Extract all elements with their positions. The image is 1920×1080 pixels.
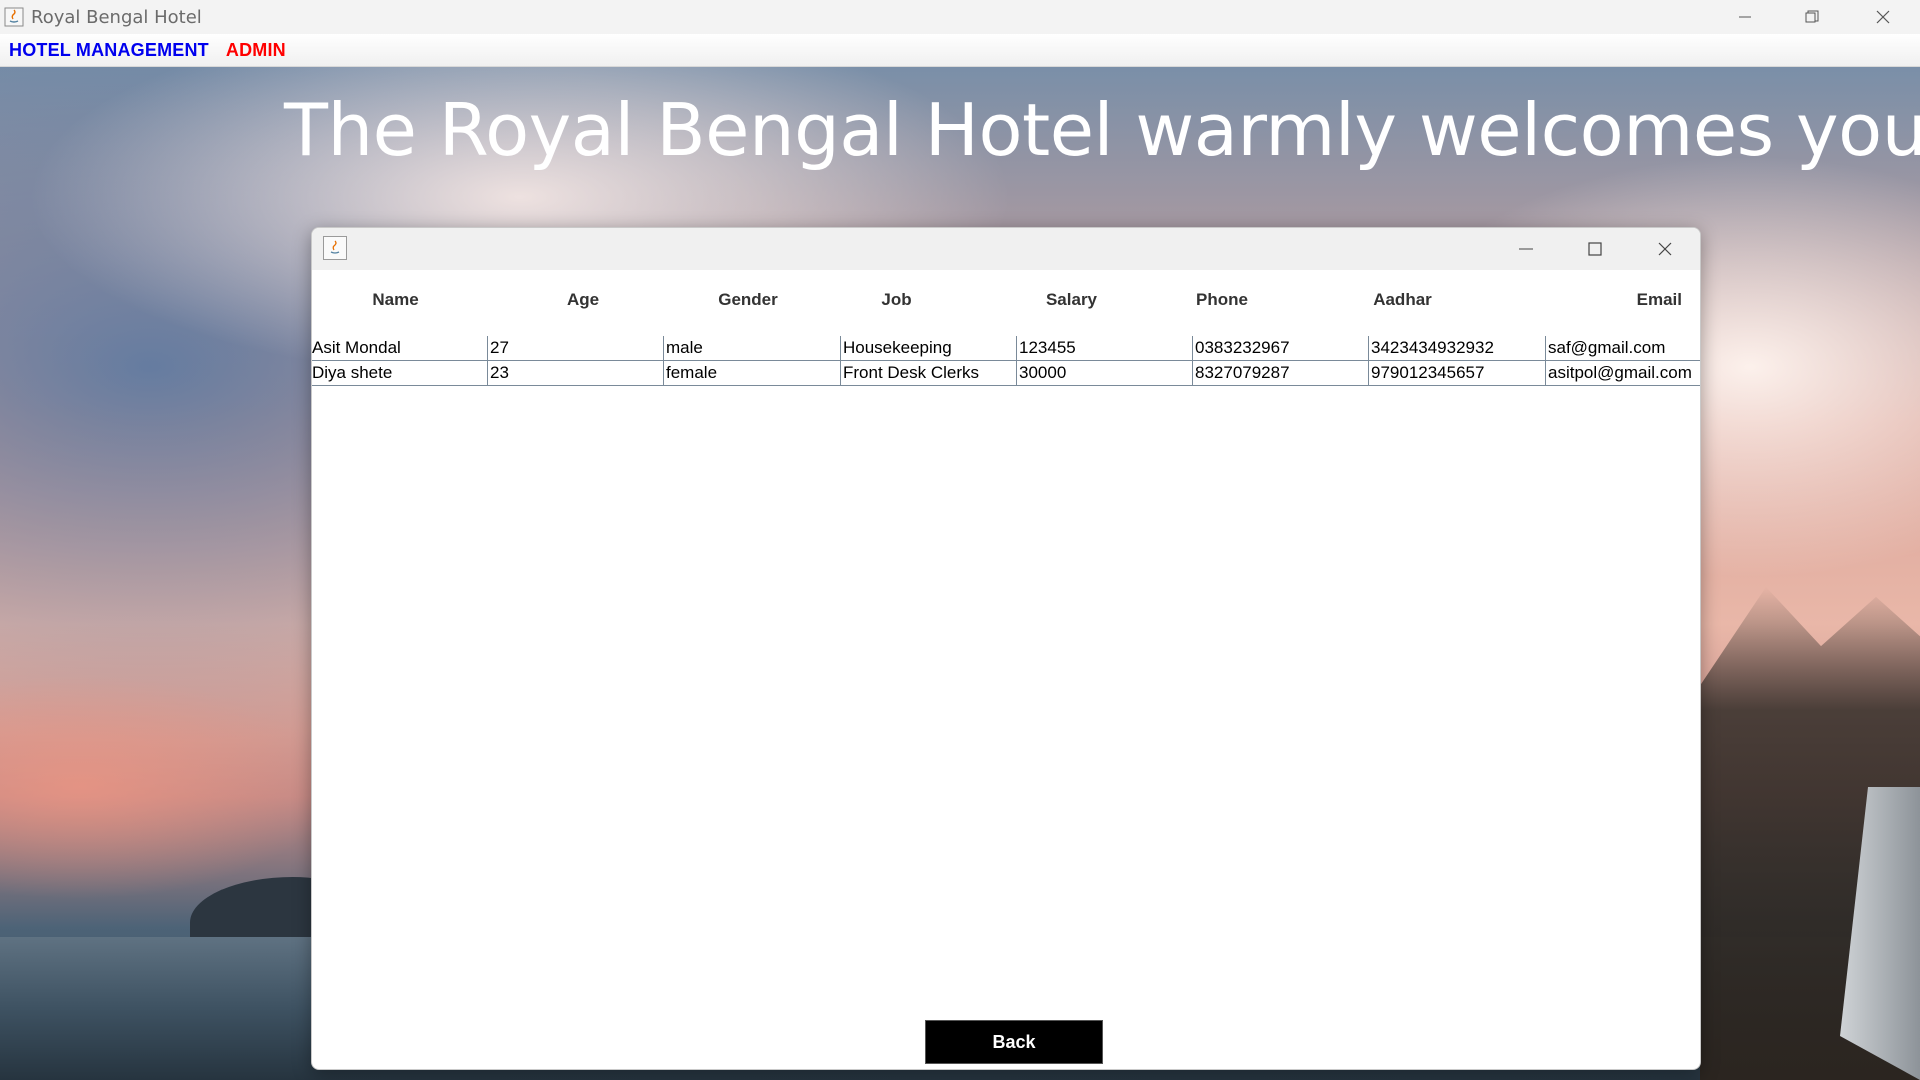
- dialog-maximize-button[interactable]: [1560, 228, 1630, 270]
- column-header-job[interactable]: Job: [809, 290, 984, 310]
- cell-age[interactable]: 23: [487, 361, 663, 385]
- close-button[interactable]: [1848, 0, 1918, 34]
- dialog-titlebar: [312, 228, 1700, 270]
- menu-bar: HOTEL MANAGEMENT ADMIN: [0, 34, 1920, 67]
- menu-hotel-management[interactable]: HOTEL MANAGEMENT: [9, 40, 209, 61]
- cell-aadhar[interactable]: 3423434932932: [1368, 336, 1545, 360]
- restore-icon: [1805, 10, 1819, 23]
- cell-aadhar[interactable]: 979012345657: [1368, 361, 1545, 385]
- window-titlebar: Royal Bengal Hotel: [0, 0, 1920, 34]
- table-row[interactable]: Diya shete 23 female Front Desk Clerks 3…: [312, 360, 1700, 385]
- cell-job[interactable]: Front Desk Clerks: [840, 361, 1016, 385]
- column-header-aadhar[interactable]: Aadhar: [1285, 290, 1520, 310]
- cell-salary[interactable]: 123455: [1016, 336, 1192, 360]
- cell-email[interactable]: asitpol@gmail.com: [1545, 361, 1700, 385]
- welcome-heading: The Royal Bengal Hotel warmly welcomes y…: [284, 88, 1920, 172]
- menu-admin[interactable]: ADMIN: [226, 40, 286, 61]
- column-header-name[interactable]: Name: [312, 290, 479, 310]
- column-header-age[interactable]: Age: [479, 290, 687, 310]
- cell-gender[interactable]: female: [663, 361, 840, 385]
- minimize-icon: [1519, 248, 1533, 250]
- table-header: Name Age Gender Job Salary Phone Aadhar …: [312, 270, 1700, 330]
- close-icon: [1658, 242, 1672, 256]
- table-row[interactable]: Asit Mondal 27 male Housekeeping 123455 …: [312, 336, 1700, 360]
- employee-dialog: Name Age Gender Job Salary Phone Aadhar …: [311, 227, 1701, 1070]
- cell-email[interactable]: saf@gmail.com: [1545, 336, 1700, 360]
- java-app-icon: [323, 236, 347, 260]
- close-icon: [1876, 10, 1890, 24]
- window-title: Royal Bengal Hotel: [31, 6, 202, 28]
- cell-job[interactable]: Housekeeping: [840, 336, 1016, 360]
- cell-salary[interactable]: 30000: [1016, 361, 1192, 385]
- minimize-icon: [1739, 16, 1751, 18]
- back-button[interactable]: Back: [925, 1020, 1103, 1064]
- column-header-salary[interactable]: Salary: [984, 290, 1159, 310]
- column-header-gender[interactable]: Gender: [687, 290, 809, 310]
- cell-name[interactable]: Diya shete: [312, 361, 487, 385]
- minimize-button[interactable]: [1710, 0, 1780, 34]
- maximize-icon: [1588, 242, 1602, 256]
- java-app-icon: [4, 7, 24, 27]
- app-window: Royal Bengal Hotel HOTEL MANAGEMENT ADMI…: [0, 0, 1920, 1080]
- table-body: Asit Mondal 27 male Housekeeping 123455 …: [312, 336, 1700, 386]
- cell-name[interactable]: Asit Mondal: [312, 336, 487, 360]
- employee-table: Name Age Gender Job Salary Phone Aadhar …: [312, 270, 1700, 386]
- cell-phone[interactable]: 8327079287: [1192, 361, 1368, 385]
- restore-button[interactable]: [1777, 0, 1847, 34]
- column-header-email[interactable]: Email: [1520, 290, 1700, 310]
- cell-phone[interactable]: 0383232967: [1192, 336, 1368, 360]
- dialog-close-button[interactable]: [1630, 228, 1700, 270]
- column-header-phone[interactable]: Phone: [1159, 290, 1285, 310]
- cell-age[interactable]: 27: [487, 336, 663, 360]
- cell-gender[interactable]: male: [663, 336, 840, 360]
- dialog-minimize-button[interactable]: [1491, 228, 1561, 270]
